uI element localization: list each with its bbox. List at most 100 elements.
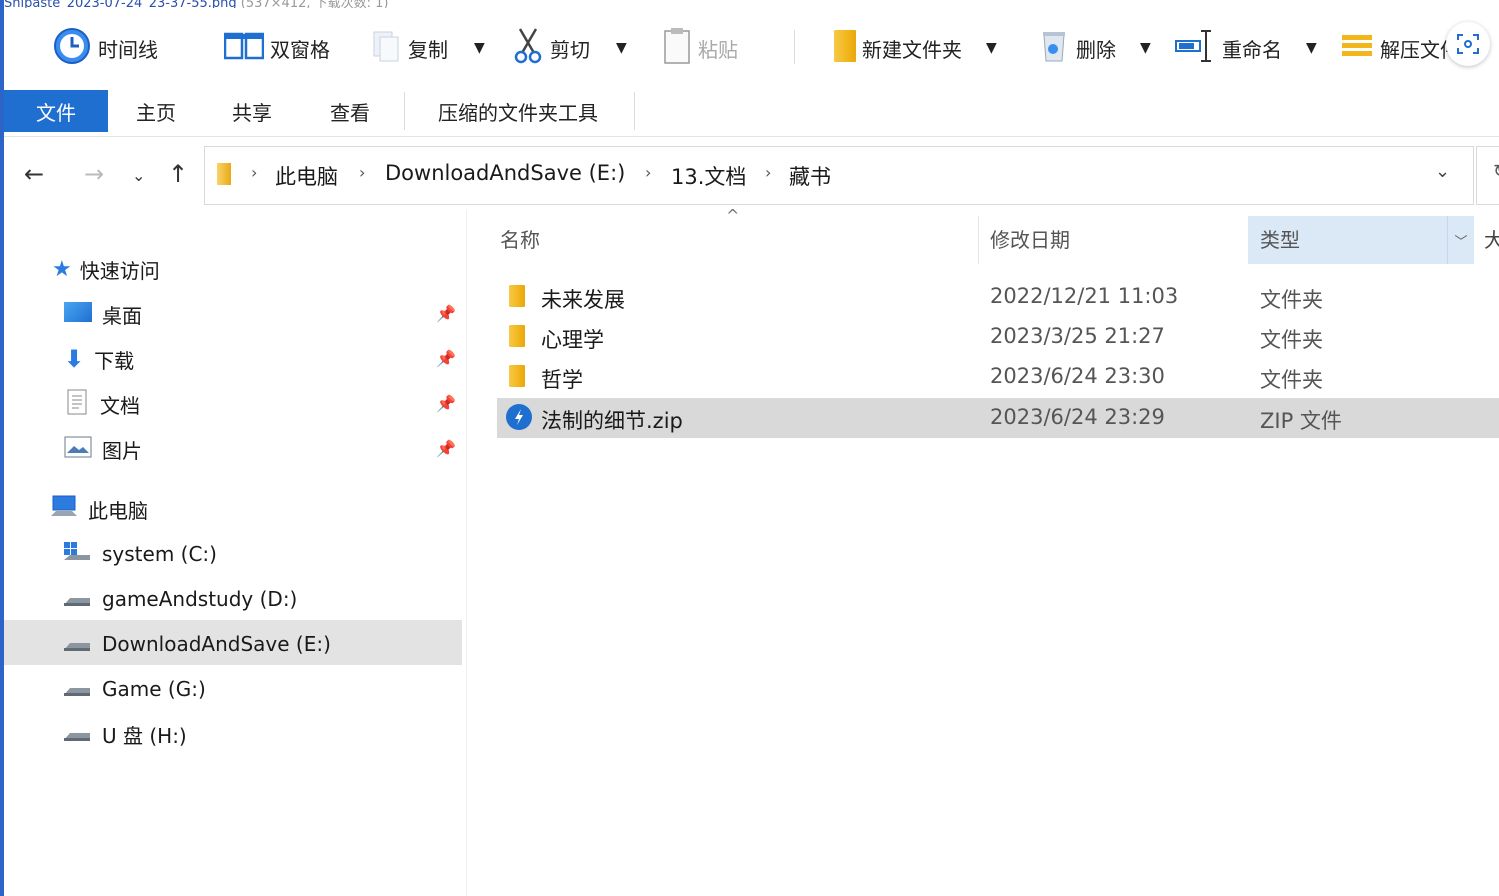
- tab-share[interactable]: 共享: [212, 90, 292, 132]
- timeline-button[interactable]: 时间线: [52, 27, 158, 66]
- sidebar-drive-g[interactable]: Game (G:): [62, 667, 206, 711]
- ribbon-tabs: 文件 主页 共享 查看 压缩的文件夹工具: [4, 90, 1499, 137]
- sidebar-item-label: 文档: [100, 393, 140, 418]
- paste-label: 粘贴: [698, 37, 738, 62]
- caption-link[interactable]: Snipaste_2023-07-24_23-37-55.png: [4, 0, 237, 8]
- system-drive-icon: [62, 540, 92, 569]
- sidebar-item-label: 下载: [94, 348, 135, 373]
- breadcrumb-this-pc[interactable]: 此电脑: [275, 161, 338, 191]
- sidebar-drive-label: gameAndstudy (D:): [102, 587, 298, 611]
- pin-icon[interactable]: 📌: [436, 304, 456, 323]
- breadcrumb-separator-icon: ›: [645, 163, 652, 182]
- breadcrumb-separator-icon: ›: [251, 163, 258, 182]
- column-divider[interactable]: [978, 216, 979, 264]
- tab-compressed-folder-tools[interactable]: 压缩的文件夹工具: [418, 90, 618, 132]
- column-header-name[interactable]: 名称: [500, 224, 540, 253]
- zip-file-icon: [505, 403, 533, 435]
- sidebar-item-downloads[interactable]: ⬇ 下载: [64, 337, 134, 381]
- file-type: ZIP 文件: [1260, 409, 1342, 433]
- breadcrumb-drive-e[interactable]: DownloadAndSave (E:): [385, 161, 625, 185]
- toolbar-separator: [794, 30, 795, 64]
- copy-button[interactable]: 复制 ▼: [370, 30, 485, 66]
- file-date: 2023/3/25 21:27: [990, 324, 1165, 348]
- pictures-icon: [64, 436, 92, 463]
- paste-button[interactable]: 粘贴: [662, 27, 738, 66]
- file-date: 2023/6/24 23:29: [990, 405, 1165, 429]
- sidebar-quick-access[interactable]: ★ 快速访问: [52, 247, 160, 291]
- file-row[interactable]: 哲学 2023/6/24 23:30 文件夹: [497, 357, 1499, 397]
- usb-drive-icon: [62, 720, 92, 749]
- column-filter-chevron-icon[interactable]: ﹀: [1447, 216, 1474, 264]
- file-name: 心理学: [541, 328, 604, 352]
- desktop-icon: [64, 301, 92, 327]
- sidebar-drive-label: system (C:): [102, 542, 217, 566]
- recent-locations-chevron-icon[interactable]: ⌄: [132, 166, 145, 185]
- sidebar-item-label: 图片: [102, 438, 142, 463]
- cut-dropdown-icon[interactable]: ▼: [616, 40, 627, 56]
- rename-dropdown-icon[interactable]: ▼: [1306, 40, 1317, 56]
- copy-dropdown-icon[interactable]: ▼: [474, 40, 485, 56]
- file-row[interactable]: 未来发展 2022/12/21 11:03 文件夹: [497, 277, 1499, 317]
- sidebar-drive-e[interactable]: DownloadAndSave (E:): [62, 622, 331, 666]
- sidebar-item-pictures[interactable]: 图片: [64, 427, 142, 471]
- back-arrow-icon[interactable]: ←: [24, 160, 44, 188]
- sidebar-drive-label: Game (G:): [102, 677, 206, 701]
- new-folder-dropdown-icon[interactable]: ▼: [986, 40, 997, 56]
- cut-button[interactable]: 剪切 ▼: [512, 27, 627, 66]
- file-row-selected[interactable]: 法制的细节.zip 2023/6/24 23:29 ZIP 文件: [497, 398, 1499, 438]
- folder-icon: [217, 163, 231, 189]
- pin-icon[interactable]: 📌: [436, 349, 456, 368]
- file-type: 文件夹: [1260, 288, 1323, 312]
- clock-icon: [52, 26, 92, 71]
- ribbon-separator: [404, 92, 405, 130]
- new-folder-label: 新建文件夹: [862, 37, 962, 62]
- pin-icon[interactable]: 📌: [436, 439, 456, 458]
- new-folder-button[interactable]: 新建文件夹 ▼: [834, 29, 997, 66]
- tab-file[interactable]: 文件: [4, 90, 108, 132]
- column-header-date[interactable]: 修改日期: [990, 224, 1070, 253]
- rename-button[interactable]: 重命名 ▼: [1174, 29, 1317, 66]
- cut-label: 剪切: [550, 37, 590, 62]
- file-row[interactable]: 心理学 2023/3/25 21:27 文件夹: [497, 317, 1499, 357]
- rename-icon: [1174, 27, 1216, 70]
- dual-pane-label: 双窗格: [270, 37, 330, 62]
- pane-divider[interactable]: [466, 210, 467, 896]
- rename-label: 重命名: [1222, 37, 1282, 62]
- refresh-icon: ↻: [1493, 161, 1499, 182]
- tab-home[interactable]: 主页: [116, 90, 196, 132]
- delete-button[interactable]: 删除 ▼: [1038, 30, 1151, 66]
- forward-arrow-icon[interactable]: →: [84, 160, 104, 188]
- drive-icon: [62, 675, 92, 704]
- screenshot-capture-icon[interactable]: [1446, 22, 1490, 66]
- column-header-type-cell[interactable]: 类型 ﹀: [1248, 216, 1474, 264]
- clipboard-icon: [662, 26, 692, 71]
- breadcrumb-books[interactable]: 藏书: [789, 161, 831, 191]
- column-header-size[interactable]: 大: [1484, 224, 1499, 253]
- refresh-button[interactable]: ↻: [1476, 146, 1499, 205]
- sidebar-drive-c[interactable]: system (C:): [62, 532, 217, 576]
- pin-icon[interactable]: 📌: [436, 394, 456, 413]
- caption-rest: (537×412, 下载次数: 1): [240, 0, 389, 8]
- sidebar-this-pc[interactable]: 此电脑: [50, 487, 148, 531]
- dual-pane-icon: [223, 31, 265, 66]
- dual-pane-button[interactable]: 双窗格: [223, 30, 330, 66]
- sort-ascending-icon: ^: [726, 206, 740, 225]
- up-arrow-icon[interactable]: ↑: [168, 160, 188, 188]
- timeline-label: 时间线: [98, 37, 158, 62]
- address-history-chevron-icon[interactable]: ⌄: [1435, 161, 1450, 182]
- scissors-icon: [512, 27, 544, 70]
- sidebar-item-desktop[interactable]: 桌面: [64, 292, 142, 336]
- extract-icon: [1340, 31, 1374, 66]
- sidebar-drive-d[interactable]: gameAndstudy (D:): [62, 577, 297, 621]
- sidebar-drive-label: U 盘 (H:): [102, 723, 187, 748]
- address-bar[interactable]: › 此电脑 › DownloadAndSave (E:) › 13.文档 › 藏…: [204, 146, 1474, 205]
- tab-view[interactable]: 查看: [310, 90, 390, 132]
- column-header-type: 类型: [1260, 228, 1300, 252]
- document-icon: [64, 388, 90, 421]
- sidebar-item-documents[interactable]: 文档: [64, 382, 140, 426]
- command-toolbar: 时间线 双窗格 复制 ▼ 剪切 ▼ 粘贴 新建文件夹 ▼ 删除 ▼ 重命名 ▼ …: [4, 16, 1499, 80]
- delete-dropdown-icon[interactable]: ▼: [1140, 40, 1151, 56]
- sidebar-drive-h[interactable]: U 盘 (H:): [62, 712, 187, 756]
- breadcrumb-documents[interactable]: 13.文档: [671, 161, 746, 191]
- drive-icon: [62, 585, 92, 614]
